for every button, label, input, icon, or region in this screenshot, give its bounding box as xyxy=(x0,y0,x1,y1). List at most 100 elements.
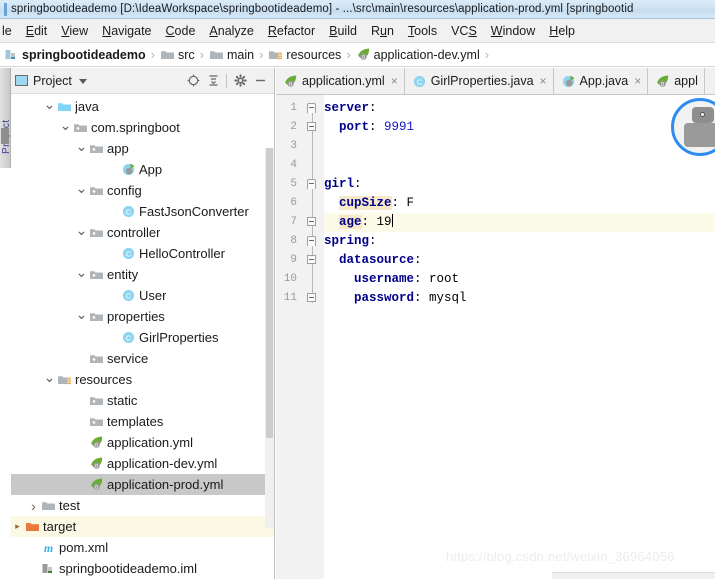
chevron-down-icon[interactable]: ⌄ xyxy=(75,138,88,155)
tree-node-comspringboot[interactable]: ⌄ com.springboot xyxy=(11,117,274,138)
code-line-2[interactable]: port: 9991 xyxy=(324,118,715,137)
tree-node-controller[interactable]: ⌄ controller xyxy=(11,222,274,243)
gear-icon[interactable] xyxy=(230,71,250,91)
menu-item-analyze[interactable]: Analyze xyxy=(202,22,260,40)
tree-node-resources[interactable]: ⌄ resources xyxy=(11,369,274,390)
menu-item-view[interactable]: View xyxy=(54,22,95,40)
project-tree[interactable]: ⌄ java ⌄ com.springboot ⌄ app App ⌄ config C Fas… xyxy=(11,94,274,579)
collapse-all-icon[interactable] xyxy=(203,71,223,91)
tree-node-label: FastJsonConverter xyxy=(139,204,249,219)
code-line-7[interactable]: age: 19 xyxy=(324,213,715,232)
fold-toggle-icon[interactable] xyxy=(307,255,316,264)
project-icon xyxy=(15,75,28,86)
tree-node-applicationyml[interactable]: 0 application.yml xyxy=(11,432,274,453)
tree-node-properties[interactable]: ⌄ properties xyxy=(11,306,274,327)
tree-node-entity[interactable]: ⌄ entity xyxy=(11,264,274,285)
code-line-1[interactable]: server: xyxy=(324,99,715,118)
editor-fold-gutter[interactable] xyxy=(302,95,324,579)
tree-node-static[interactable]: static xyxy=(11,390,274,411)
menu-item-help[interactable]: Help xyxy=(542,22,582,40)
tool-window-stripe-left[interactable]: Project xyxy=(0,68,11,168)
code-line-6[interactable]: cupSize: F xyxy=(324,194,715,213)
close-icon[interactable]: × xyxy=(634,74,641,88)
chevron-right-icon[interactable]: ▸ xyxy=(11,521,24,532)
locate-icon[interactable] xyxy=(183,71,203,91)
menu-item-refactor[interactable]: Refactor xyxy=(261,22,322,40)
menu-item-code[interactable]: Code xyxy=(159,22,203,40)
close-icon[interactable]: × xyxy=(391,74,398,88)
tree-node-test[interactable]: › test xyxy=(11,495,274,516)
tree-node-user[interactable]: C User xyxy=(11,285,274,306)
code-line-10[interactable]: username: root xyxy=(324,270,715,289)
chevron-right-icon[interactable]: › xyxy=(27,498,40,514)
chevron-down-icon[interactable]: ⌄ xyxy=(75,222,88,239)
tree-node-fastjsonconverter[interactable]: C FastJsonConverter xyxy=(11,201,274,222)
breadcrumb-item-applicationdevyml[interactable]: 0 application-dev.yml xyxy=(356,47,480,62)
fold-toggle-icon[interactable] xyxy=(307,236,316,246)
code-line-9[interactable]: datasource: xyxy=(324,251,715,270)
tree-node-config[interactable]: ⌄ config xyxy=(11,180,274,201)
breadcrumb-item-main[interactable]: main xyxy=(209,47,254,62)
code-line-4[interactable] xyxy=(324,156,715,175)
editor-tab-applicationyml[interactable]: 0 application.yml × xyxy=(276,68,405,94)
svg-text:C: C xyxy=(126,333,132,342)
fold-toggle-icon[interactable] xyxy=(307,103,316,113)
code-line-3[interactable] xyxy=(324,137,715,156)
code-line-8[interactable]: spring: xyxy=(324,232,715,251)
menu-item-tools[interactable]: Tools xyxy=(401,22,444,40)
fold-toggle-icon[interactable] xyxy=(307,217,316,226)
breadcrumb-item-springbootideademo[interactable]: springbootideademo xyxy=(4,47,146,62)
menu-item-vcs[interactable]: VCS xyxy=(444,22,484,40)
tree-node-service[interactable]: service xyxy=(11,348,274,369)
breadcrumb-item-resources[interactable]: resources xyxy=(268,47,341,62)
chevron-down-icon[interactable]: ⌄ xyxy=(43,96,56,113)
chevron-down-icon[interactable]: ⌄ xyxy=(43,369,56,386)
tree-node-girlproperties[interactable]: C GirlProperties xyxy=(11,327,274,348)
chevron-down-icon[interactable]: ⌄ xyxy=(75,306,88,323)
stripe-knob[interactable] xyxy=(1,128,9,144)
tree-node-pomxml[interactable]: m pom.xml xyxy=(11,537,274,558)
editor-text[interactable]: server: port: 9991 girl: cupSize: F age:… xyxy=(324,95,715,579)
editor-tab-appjava[interactable]: App.java × xyxy=(553,68,649,94)
menu-item-navigate[interactable]: Navigate xyxy=(95,22,158,40)
tree-node-templates[interactable]: templates xyxy=(11,411,274,432)
menu-mnemonic: E xyxy=(25,23,35,38)
code-editor[interactable]: server: port: 9991 girl: cupSize: F age:… xyxy=(276,95,715,579)
menu-item-le[interactable]: le xyxy=(0,22,19,40)
breadcrumb-item-src[interactable]: src xyxy=(160,47,195,62)
tree-node-app[interactable]: App xyxy=(11,159,274,180)
close-icon[interactable]: × xyxy=(540,74,547,88)
project-tree-scrollbar[interactable] xyxy=(265,148,274,528)
tree-node-applicationdevyml[interactable]: 0 application-dev.yml xyxy=(11,453,274,474)
menu-item-edit[interactable]: Edit xyxy=(19,22,55,40)
code-line-11[interactable]: password: mysql xyxy=(324,289,715,308)
tree-node-applicationprodyml[interactable]: 0 application-prod.yml xyxy=(11,474,274,495)
svg-text:0: 0 xyxy=(289,81,292,87)
menu-item-run[interactable]: Run xyxy=(364,22,401,40)
yaml-key: age xyxy=(339,215,362,229)
yaml-key: cupSize xyxy=(339,196,392,210)
fold-toggle-icon[interactable] xyxy=(307,122,316,131)
chevron-down-icon[interactable]: ⌄ xyxy=(75,180,88,197)
tree-node-java[interactable]: ⌄ java xyxy=(11,96,274,117)
tree-node-springbootideademoiml[interactable]: springbootideademo.iml xyxy=(11,558,274,579)
menu-item-window[interactable]: Window xyxy=(484,22,542,40)
chevron-down-icon[interactable]: ⌄ xyxy=(59,117,72,134)
fold-toggle-icon[interactable] xyxy=(307,293,316,302)
menu-item-build[interactable]: Build xyxy=(322,22,364,40)
tree-node-hellocontroller[interactable]: C HelloController xyxy=(11,243,274,264)
chevron-down-icon[interactable]: ⌄ xyxy=(75,264,88,281)
scrollbar-thumb[interactable] xyxy=(266,148,273,438)
tree-node-target[interactable]: ▸ target xyxy=(11,516,274,537)
editor-tab-girlpropertiesjava[interactable]: C GirlProperties.java × xyxy=(404,68,554,94)
fold-toggle-icon[interactable] xyxy=(307,179,316,189)
menu-mnemonic: A xyxy=(209,23,218,38)
collapse-all-glyph xyxy=(209,75,217,86)
chevron-down-icon[interactable] xyxy=(78,79,87,84)
tree-node-app[interactable]: ⌄ app xyxy=(11,138,274,159)
editor-tab-appl[interactable]: 0 appl xyxy=(648,68,705,94)
code-line-5[interactable]: girl: xyxy=(324,175,715,194)
hide-icon[interactable] xyxy=(250,71,270,91)
